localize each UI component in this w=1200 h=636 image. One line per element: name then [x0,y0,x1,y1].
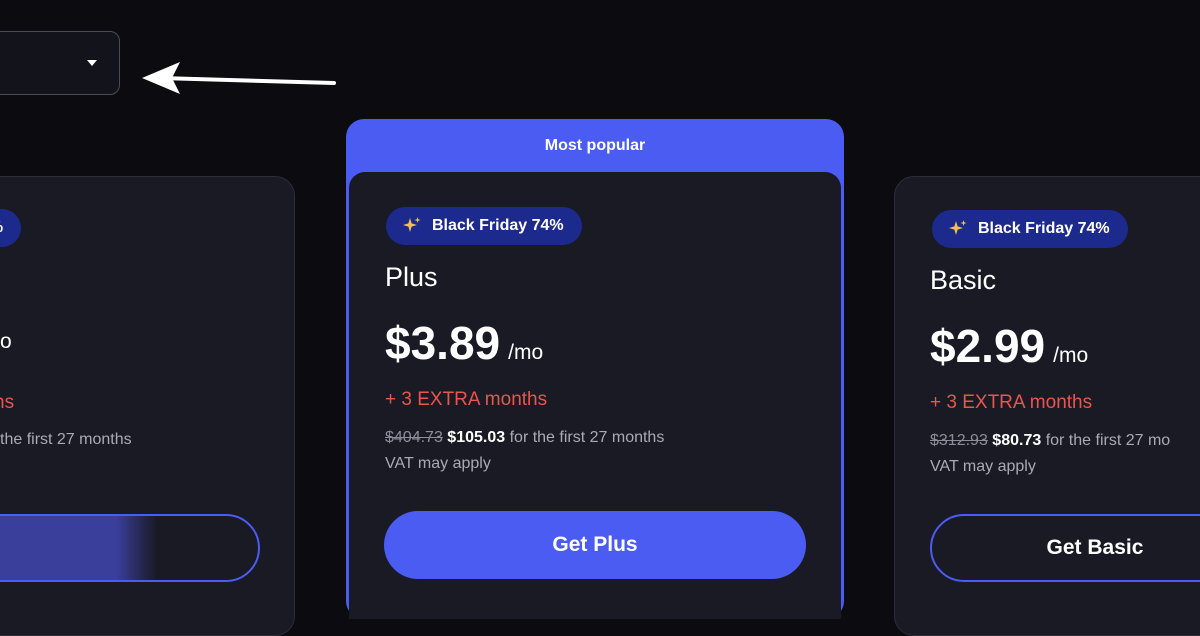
get-plan-button[interactable] [0,514,260,582]
discounted-price: $105.03 [447,429,506,446]
annotation-arrow-icon [142,62,336,94]
period-text: the first 27 months [0,431,132,448]
price-amount: $3.89 [385,317,501,369]
original-price: $404.73 [385,429,443,446]
price-detail: $312.93 $80.73 for the first 27 mo [930,432,1170,450]
most-popular-ribbon: Most popular [544,137,646,154]
sparkle-icon [949,220,967,235]
period-text: for the first 27 months [509,429,665,446]
price-unit: /mo [1053,344,1089,367]
vat-note: VAT may apply [385,455,491,472]
price-detail: the first 27 months [0,431,132,449]
get-basic-button[interactable]: Get Basic [930,514,1200,582]
badge-label: Black Friday 74% [432,217,564,234]
discounted-price: $80.73 [992,432,1042,449]
price: $2.99 /mo [930,319,1088,373]
vat-note: VAT may apply [930,458,1036,475]
discount-badge: Black Friday 74% [386,207,582,245]
badge-label: Black Friday 74% [978,220,1110,237]
price-unit: o [0,330,12,353]
discount-badge: Black Friday 74% [932,210,1128,248]
get-plus-button[interactable]: Get Plus [384,511,806,579]
price-detail: $404.73 $105.03 for the first 27 months [385,429,664,447]
plan-name: Plus [385,262,438,292]
price: o [0,330,12,354]
plan-name: Basic [930,265,997,295]
price: $3.89 /mo [385,316,543,370]
extra-months: + 3 EXTRA months [385,389,548,410]
period-text: for the first 27 mo [1045,432,1171,449]
badge-label: 4% [0,219,3,237]
chevron-down-icon [87,60,97,66]
extra-months: hs [0,392,15,413]
price-amount: $2.99 [930,320,1046,372]
plan-period-dropdown[interactable] [0,31,120,95]
sparkle-icon [403,217,421,232]
original-price: $312.93 [930,432,988,449]
price-unit: /mo [508,341,544,364]
extra-months: + 3 EXTRA months [930,392,1093,413]
